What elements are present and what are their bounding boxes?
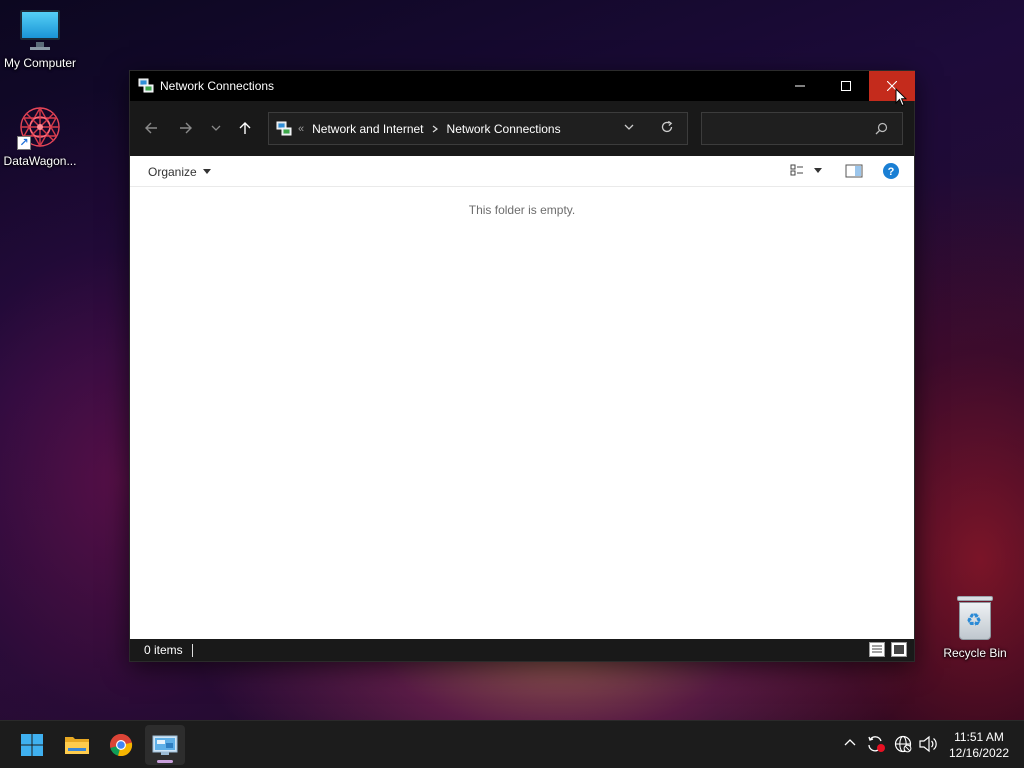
window-title: Network Connections <box>160 79 275 93</box>
hidden-locations-chevron[interactable]: « <box>298 123 304 135</box>
network-connections-taskbar-button[interactable] <box>145 725 185 765</box>
item-count: 0 items <box>144 643 183 657</box>
desktop-icon-recycle-bin[interactable]: ♻ Recycle Bin <box>935 596 1015 660</box>
desktop-icon-datawagon[interactable]: ↗ DataWagon... <box>0 104 80 168</box>
desktop-icon-label: Recycle Bin <box>943 646 1007 660</box>
breadcrumb-network-and-internet[interactable]: Network and Internet <box>312 122 423 136</box>
maximize-icon <box>841 81 851 91</box>
volume-tray-icon[interactable] <box>918 735 938 756</box>
folder-icon <box>65 737 89 754</box>
large-icons-view-button[interactable] <box>891 642 907 660</box>
back-button[interactable] <box>138 115 164 141</box>
status-bar: 0 items <box>130 639 914 661</box>
command-bar: Organize ? <box>130 156 914 187</box>
status-divider <box>192 644 193 657</box>
clock-date: 12/16/2022 <box>948 746 1010 760</box>
sync-status-tray-icon[interactable] <box>866 735 886 756</box>
file-list-area[interactable]: This folder is empty. <box>130 187 914 639</box>
desktop-icon-my-computer[interactable]: My Computer <box>0 8 80 70</box>
maximize-button[interactable] <box>823 71 869 101</box>
refresh-button[interactable] <box>660 120 674 137</box>
chrome-icon <box>110 733 133 757</box>
search-box <box>701 112 903 145</box>
empty-folder-message: This folder is empty. <box>468 203 576 217</box>
show-hidden-icons-button[interactable] <box>843 735 857 752</box>
up-button[interactable] <box>232 115 258 141</box>
network-connections-icon <box>152 735 178 755</box>
address-bar[interactable]: « Network and Internet Network Connectio… <box>268 112 688 145</box>
start-button[interactable] <box>12 725 52 765</box>
navigation-bar: « Network and Internet Network Connectio… <box>130 101 914 156</box>
arrow-right-icon <box>180 122 192 134</box>
mouse-cursor-icon <box>895 87 908 110</box>
caret-down-icon <box>202 169 211 174</box>
caret-down-icon <box>814 167 822 173</box>
breadcrumb-network-connections[interactable]: Network Connections <box>447 122 561 136</box>
address-dropdown-button[interactable] <box>623 121 635 136</box>
shortcut-arrow-icon: ↗ <box>17 136 31 150</box>
preview-pane-icon <box>845 164 863 178</box>
windows-logo-icon <box>21 734 43 756</box>
chrome-button[interactable] <box>101 725 141 765</box>
organize-label: Organize <box>148 164 197 179</box>
desktop-icon-label: DataWagon... <box>3 154 77 168</box>
breadcrumb-separator-icon[interactable] <box>431 125 439 133</box>
forward-button[interactable] <box>173 115 199 141</box>
globe-icon <box>894 735 912 753</box>
search-icon[interactable] <box>875 122 888 138</box>
arrow-left-icon <box>145 122 157 134</box>
network-connections-icon <box>276 121 292 135</box>
speaker-icon <box>919 735 937 753</box>
minimize-icon <box>795 85 805 87</box>
taskbar: 11:51 AM 12/16/2022 <box>0 720 1024 768</box>
datawagon-logo-icon: ↗ <box>17 104 63 150</box>
network-tray-icon[interactable] <box>894 735 912 756</box>
search-input[interactable] <box>702 113 872 144</box>
minimize-button[interactable] <box>777 71 823 101</box>
details-view-button[interactable] <box>869 642 885 660</box>
recent-locations-button[interactable] <box>203 115 229 141</box>
computer-icon <box>18 8 62 52</box>
preview-pane-button[interactable] <box>845 163 863 182</box>
active-indicator <box>157 760 173 763</box>
chevron-down-icon <box>211 125 221 131</box>
chevron-down-icon <box>624 124 634 130</box>
arrow-up-icon <box>239 122 251 134</box>
close-button[interactable] <box>869 71 915 101</box>
clock-time: 11:51 AM <box>954 730 1004 744</box>
help-button[interactable]: ? <box>882 162 900 183</box>
view-options-icon <box>790 164 803 176</box>
large-icons-view-icon <box>891 642 907 657</box>
sync-error-icon <box>868 736 885 752</box>
organize-button[interactable]: Organize <box>141 162 218 181</box>
network-connections-icon <box>138 78 154 93</box>
title-bar[interactable]: Network Connections <box>130 71 915 101</box>
svg-text:?: ? <box>888 166 895 178</box>
network-connections-window: Network Connections « Network and Intern… <box>129 70 915 662</box>
details-view-icon <box>869 642 885 657</box>
refresh-icon <box>661 120 673 133</box>
change-view-button[interactable] <box>790 163 822 177</box>
file-explorer-button[interactable] <box>57 725 97 765</box>
recycle-bin-icon: ♻ <box>955 596 995 642</box>
chevron-up-icon <box>844 739 856 746</box>
desktop-icon-label: My Computer <box>3 56 77 70</box>
help-icon: ? <box>883 163 899 179</box>
clock[interactable]: 11:51 AM 12/16/2022 <box>944 729 1014 761</box>
